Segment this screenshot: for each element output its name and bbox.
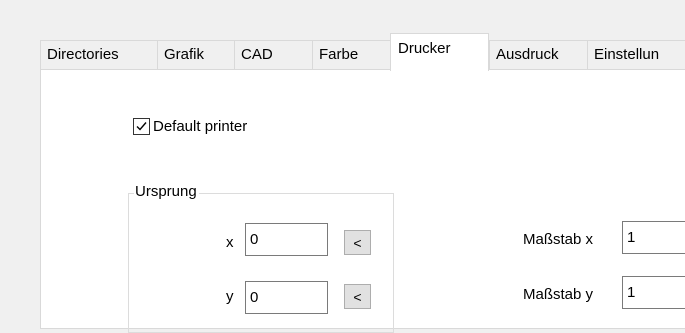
scale-x-label: Maßstab x [523, 231, 594, 248]
origin-groupbox-title: Ursprung [134, 182, 199, 202]
scale-y-label: Maßstab y [523, 286, 594, 303]
origin-x-input[interactable] [245, 223, 328, 256]
origin-x-pick-button[interactable]: < [344, 230, 371, 255]
origin-y-input[interactable] [245, 281, 328, 314]
tab-farbe[interactable]: Farbe [312, 40, 390, 69]
scale-x-input[interactable] [622, 221, 685, 254]
tab-einstellungen[interactable]: Einstellun [587, 40, 685, 69]
origin-y-label: y [226, 288, 234, 305]
tab-drucker[interactable]: Drucker [390, 33, 489, 71]
checkbox-box[interactable] [133, 118, 150, 135]
tab-cad[interactable]: CAD [234, 40, 312, 69]
tab-grafik[interactable]: Grafik [157, 40, 234, 69]
origin-x-label: x [226, 234, 234, 251]
tab-directories[interactable]: Directories [40, 40, 157, 69]
scale-y-input[interactable] [622, 276, 685, 309]
checkmark-icon [136, 122, 147, 131]
tab-strip: Directories Grafik CAD Farbe Ausdruck Ei… [0, 0, 685, 71]
tab-ausdruck[interactable]: Ausdruck [489, 40, 587, 69]
default-printer-label: Default printer [153, 118, 248, 135]
origin-y-pick-button[interactable]: < [344, 284, 371, 309]
